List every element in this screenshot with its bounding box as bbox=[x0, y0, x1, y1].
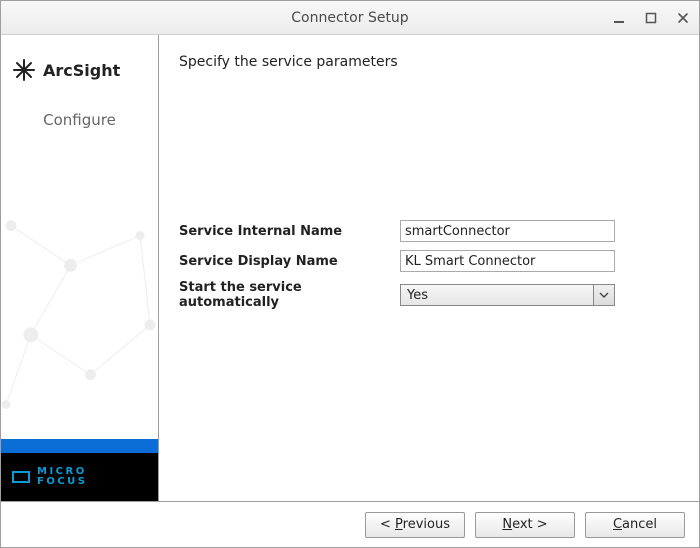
vendor-brand-label: MICRO FOCUS bbox=[37, 467, 88, 488]
previous-prefix: < bbox=[380, 517, 395, 532]
microfocus-logo-icon bbox=[11, 467, 31, 487]
window-controls bbox=[609, 1, 693, 35]
accent-bar bbox=[1, 439, 158, 453]
cancel-button[interactable]: Cancel bbox=[585, 512, 685, 538]
autostart-label: Start the service automatically bbox=[179, 280, 394, 310]
decorative-network-art bbox=[1, 205, 158, 425]
next-mnemonic: N bbox=[502, 517, 512, 532]
button-bar: < Previous Next > Cancel bbox=[1, 501, 699, 547]
content-pane: Specify the service parameters Service I… bbox=[159, 35, 699, 501]
service-params-form: Service Internal Name Service Display Na… bbox=[179, 220, 679, 310]
arcsight-logo-icon bbox=[11, 57, 37, 83]
cancel-suffix: ancel bbox=[622, 517, 657, 532]
page-heading: Specify the service parameters bbox=[179, 54, 679, 70]
autostart-select-value: Yes bbox=[400, 284, 615, 306]
titlebar: Connector Setup bbox=[1, 1, 699, 35]
next-button[interactable]: Next > bbox=[475, 512, 575, 538]
vendor-brand-line2: FOCUS bbox=[37, 476, 88, 487]
minimize-button[interactable] bbox=[609, 8, 629, 28]
maximize-button[interactable] bbox=[641, 8, 661, 28]
display-name-label: Service Display Name bbox=[179, 254, 394, 269]
next-suffix: ext > bbox=[512, 517, 548, 532]
dialog-window: Connector Setup bbox=[0, 0, 700, 548]
previous-suffix: revious bbox=[403, 517, 450, 532]
sidebar: ArcSight Configure bbox=[1, 35, 159, 501]
sidebar-footer: MICRO FOCUS bbox=[1, 439, 158, 501]
close-button[interactable] bbox=[673, 8, 693, 28]
brand: ArcSight bbox=[1, 35, 158, 87]
wizard-step-label: Configure bbox=[1, 87, 158, 129]
dialog-body: ArcSight Configure bbox=[1, 35, 699, 501]
vendor-brand-line1: MICRO bbox=[37, 466, 87, 477]
internal-name-input[interactable] bbox=[400, 220, 615, 242]
autostart-select[interactable]: Yes bbox=[400, 284, 615, 306]
previous-button[interactable]: < Previous bbox=[365, 512, 465, 538]
cancel-mnemonic: C bbox=[613, 517, 622, 532]
previous-mnemonic: P bbox=[395, 517, 403, 532]
display-name-input[interactable] bbox=[400, 250, 615, 272]
vendor-brand-bar: MICRO FOCUS bbox=[1, 453, 158, 501]
internal-name-label: Service Internal Name bbox=[179, 224, 394, 239]
brand-label: ArcSight bbox=[43, 61, 120, 80]
window-title: Connector Setup bbox=[291, 10, 408, 26]
